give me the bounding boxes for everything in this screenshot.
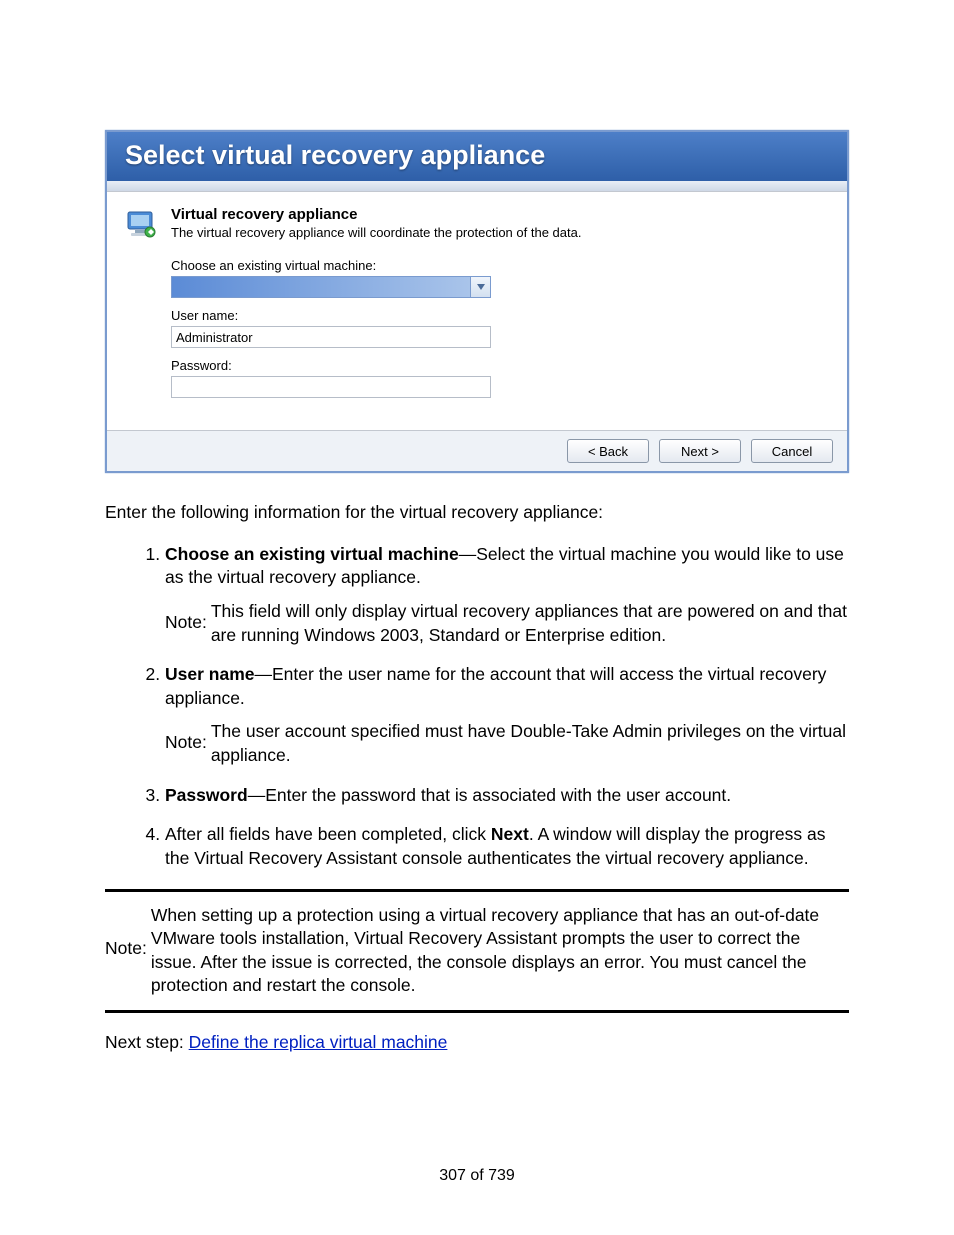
note-label: Note: bbox=[165, 720, 207, 767]
next-step: Next step: Define the replica virtual ma… bbox=[105, 1031, 849, 1055]
callout-note: Note: When setting up a protection using… bbox=[105, 889, 849, 1014]
note-text: This field will only display virtual rec… bbox=[211, 600, 849, 647]
item-label: User name bbox=[165, 664, 255, 684]
user-name-label: User name: bbox=[171, 308, 829, 323]
choose-vm-combobox[interactable] bbox=[171, 276, 491, 298]
note-block: Note: This field will only display virtu… bbox=[165, 600, 849, 647]
list-item: User name—Enter the user name for the ac… bbox=[165, 663, 849, 768]
note-block: Note: The user account specified must ha… bbox=[165, 720, 849, 767]
dialog-footer: < Back Next > Cancel bbox=[107, 430, 847, 471]
list-item: Choose an existing virtual machine—Selec… bbox=[165, 543, 849, 648]
item-desc: —Enter the password that is associated w… bbox=[248, 785, 731, 805]
list-item: After all fields have been completed, cl… bbox=[165, 823, 849, 870]
instruction-list: Choose an existing virtual machine—Selec… bbox=[105, 543, 849, 871]
dialog-body: Virtual recovery appliance The virtual r… bbox=[107, 192, 847, 430]
password-input[interactable] bbox=[171, 376, 491, 398]
password-label: Password: bbox=[171, 358, 829, 373]
section-description: The virtual recovery appliance will coor… bbox=[171, 225, 829, 240]
item-text: After all fields have been completed, cl… bbox=[165, 824, 491, 844]
next-button[interactable]: Next > bbox=[659, 439, 741, 463]
user-name-input[interactable]: Administrator bbox=[171, 326, 491, 348]
item-desc: —Enter the user name for the account tha… bbox=[165, 664, 826, 708]
item-label: Choose an existing virtual machine bbox=[165, 544, 459, 564]
choose-vm-value[interactable] bbox=[171, 276, 471, 298]
cancel-button[interactable]: Cancel bbox=[751, 439, 833, 463]
note-label: Note: bbox=[105, 904, 147, 999]
dialog-title: Select virtual recovery appliance bbox=[107, 132, 847, 181]
back-button[interactable]: < Back bbox=[567, 439, 649, 463]
intro-text: Enter the following information for the … bbox=[105, 501, 849, 525]
chevron-down-icon[interactable] bbox=[471, 276, 491, 298]
computer-icon bbox=[125, 208, 157, 240]
note-label: Note: bbox=[165, 600, 207, 647]
choose-vm-label: Choose an existing virtual machine: bbox=[171, 258, 829, 273]
next-step-label: Next step: bbox=[105, 1032, 189, 1052]
item-bold: Next bbox=[491, 824, 529, 844]
wizard-dialog: Select virtual recovery appliance Virtua… bbox=[105, 130, 849, 473]
next-step-link[interactable]: Define the replica virtual machine bbox=[189, 1032, 448, 1052]
item-label: Password bbox=[165, 785, 248, 805]
dialog-subheader bbox=[107, 181, 847, 192]
section-title: Virtual recovery appliance bbox=[171, 206, 829, 223]
note-text: When setting up a protection using a vir… bbox=[151, 904, 849, 999]
note-text: The user account specified must have Dou… bbox=[211, 720, 849, 767]
list-item: Password—Enter the password that is asso… bbox=[165, 784, 849, 808]
page-number: 307 of 739 bbox=[0, 1167, 954, 1185]
